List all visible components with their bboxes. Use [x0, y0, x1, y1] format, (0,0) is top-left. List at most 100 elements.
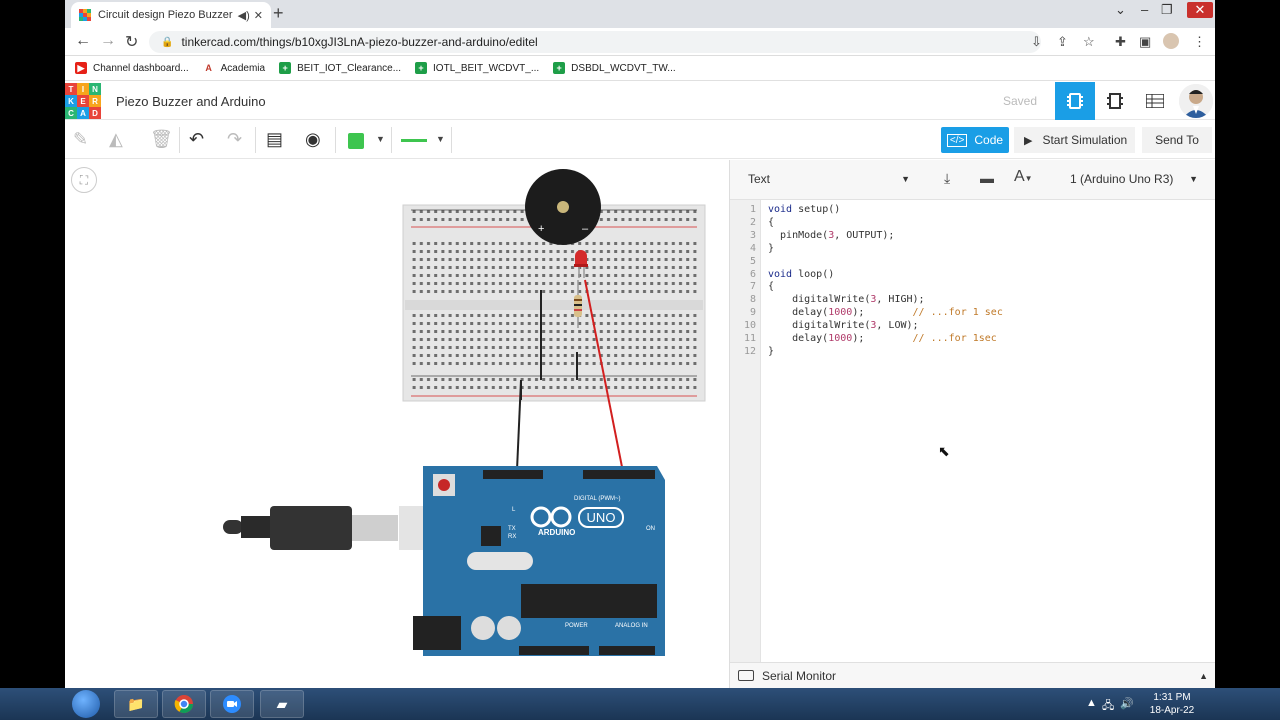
line-number: 4 [749, 242, 756, 254]
design-title[interactable]: Piezo Buzzer and Arduino [116, 94, 266, 109]
code-line[interactable]: { [768, 217, 774, 230]
line-number: 3 [749, 229, 756, 241]
edit-toolbar: ✎ ◭ 🗑 ↶ ↷ ▤ ◉ ▼ ▼ </> Code ▶ Start Simul… [65, 121, 1215, 159]
system-clock[interactable]: 1:31 PM 18-Apr-22 [1138, 691, 1206, 717]
tx-label: TX [508, 526, 516, 532]
send-to-button[interactable]: Send To [1142, 127, 1212, 153]
url-field[interactable]: 🔒 tinkercad.com/things/b10xgJI3LnA-piezo… [149, 31, 1041, 53]
chevron-up-icon[interactable]: ▲ [1199, 671, 1208, 681]
schematic-view-button[interactable] [1095, 82, 1135, 120]
start-simulation-button[interactable]: ▶ Start Simulation [1014, 127, 1135, 153]
bookmarks-bar: ▶ Channel dashboard... A Academia + BEIT… [65, 56, 1215, 81]
circuit-canvas[interactable]: ⛶ + – UNO ARDUINO DIGITAL (PWM~) POWER A… [65, 160, 729, 688]
windows-start-icon[interactable] [72, 690, 100, 718]
flip-icon[interactable]: ◭ [109, 129, 123, 150]
line-number: 7 [749, 281, 756, 293]
undo-icon[interactable]: ↶ [189, 129, 204, 150]
wire-color-swatch[interactable] [348, 133, 364, 149]
close-window-icon[interactable]: ✕ [1187, 2, 1213, 18]
device-select[interactable]: 1 (Arduino Uno R3) ▼ [1060, 166, 1208, 192]
delete-icon[interactable]: 🗑 [150, 129, 173, 150]
download-icon[interactable]: ⤓ [944, 170, 950, 187]
zoom-icon[interactable] [210, 690, 254, 718]
tab-close-icon[interactable]: ✕ [254, 9, 263, 22]
app-header: TIN KER CAD Piezo Buzzer and Arduino Sav… [65, 82, 1215, 120]
bookmark-star-icon[interactable]: ☆ [1083, 34, 1095, 50]
rotate-icon[interactable]: ✎ [73, 129, 88, 150]
install-icon[interactable]: ⇩ [1031, 34, 1042, 50]
library-icon[interactable]: ▬ [980, 170, 994, 186]
tinkercad-favicon [79, 9, 91, 21]
windows-taskbar: 📁 ▰ ▲ 🖧 🔊 1:31 PM 18-Apr-22 [0, 688, 1280, 720]
rx-label: RX [508, 534, 516, 540]
code-line[interactable]: } [768, 346, 774, 359]
new-tab-icon[interactable]: + [273, 3, 284, 24]
tray-chevron-icon[interactable]: ▲ [1086, 697, 1097, 709]
line-number: 5 [749, 255, 756, 267]
forward-icon[interactable]: → [100, 32, 116, 50]
chevron-down-icon[interactable]: ▼ [436, 134, 445, 144]
digital-label: DIGITAL (PWM~) [574, 496, 621, 502]
back-icon[interactable]: ← [75, 32, 91, 50]
notes-icon[interactable]: ▤ [266, 129, 283, 150]
bookmark-item[interactable]: + IOTL_BEIT_WCDVT_... [415, 62, 539, 74]
bookmark-item[interactable]: + DSBDL_WCDVT_TW... [553, 62, 676, 74]
restore-icon[interactable]: ❐ [1161, 2, 1173, 18]
file-explorer-icon[interactable]: 📁 [114, 690, 158, 718]
line-number: 8 [749, 294, 756, 306]
sheets-icon: + [553, 62, 566, 74]
arduino-uno-board[interactable]: UNO ARDUINO DIGITAL (PWM~) POWER ANALOG … [413, 466, 665, 656]
tab-search-chevron-icon[interactable]: ⌄ [1115, 2, 1126, 18]
power-label: POWER [565, 623, 588, 629]
code-mode-select[interactable]: Text ▼ [738, 166, 918, 192]
line-number: 12 [743, 345, 756, 357]
list-icon [1146, 94, 1164, 108]
redo-icon[interactable]: ↷ [227, 129, 242, 150]
code-line[interactable]: } [768, 243, 774, 256]
code-line[interactable]: delay(1000); // ...for 1 sec [768, 307, 1003, 320]
wire-type-swatch[interactable] [401, 139, 427, 142]
code-button[interactable]: </> Code [941, 127, 1009, 153]
code-line[interactable]: { [768, 281, 774, 294]
code-line[interactable]: digitalWrite(3, HIGH); [768, 294, 924, 307]
avatar[interactable] [1179, 84, 1213, 118]
app-window-icon[interactable]: ▰ [260, 690, 304, 718]
line-number: 9 [749, 307, 756, 319]
lock-icon: 🔒 [161, 36, 174, 48]
code-line[interactable]: void loop() [768, 269, 834, 282]
extensions-icon[interactable]: ✚ [1115, 34, 1126, 50]
piezo-buzzer[interactable]: + – [525, 169, 601, 245]
bookmark-item[interactable]: A Academia [203, 62, 265, 74]
tab-title: Circuit design Piezo Buzzer a [98, 9, 234, 21]
code-editor[interactable]: 1 void setup() 2 {3 pinMode(3, OUTPUT); 4} 5 6… [730, 200, 1215, 662]
sidepanel-icon[interactable]: ▣ [1139, 34, 1151, 50]
share-icon[interactable]: ⇪ [1057, 34, 1068, 50]
menu-icon[interactable]: ⋮ [1193, 34, 1206, 50]
chrome-icon[interactable] [162, 690, 206, 718]
network-icon[interactable]: 🖧 [1102, 697, 1114, 716]
circuit-view-button[interactable] [1055, 82, 1095, 120]
chevron-down-icon[interactable]: ▼ [376, 134, 385, 144]
browser-tab[interactable]: Circuit design Piezo Buzzer a ◀) ✕ [71, 2, 271, 28]
user-avatar-icon [1179, 84, 1213, 118]
code-line[interactable]: delay(1000); // ...for 1sec [768, 333, 997, 346]
profile-icon[interactable] [1163, 33, 1179, 49]
bookmark-item[interactable]: ▶ Channel dashboard... [75, 62, 189, 74]
buzzer-minus-label: – [582, 223, 589, 235]
notes-visibility-icon[interactable]: ◉ [305, 129, 321, 150]
tab-audio-icon[interactable]: ◀) [238, 9, 250, 22]
url-text: tinkercad.com/things/b10xgJI3LnA-piezo-b… [181, 35, 538, 49]
bookmark-item[interactable]: + BEIT_IOT_Clearance... [279, 62, 401, 74]
chevron-down-icon: ▼ [1189, 174, 1198, 184]
uno-label: UNO [587, 510, 616, 525]
tinkercad-logo[interactable]: TIN KER CAD [65, 83, 101, 119]
code-line[interactable]: void setup() [768, 204, 840, 217]
minimize-icon[interactable]: – [1141, 2, 1148, 17]
serial-monitor-bar[interactable]: Serial Monitor ▲ [730, 662, 1215, 688]
code-line[interactable]: digitalWrite(3, LOW); [768, 320, 918, 333]
volume-icon[interactable]: 🔊 [1120, 697, 1134, 710]
components-list-button[interactable] [1135, 82, 1175, 120]
reload-icon[interactable]: ↻ [125, 32, 138, 52]
code-line[interactable]: pinMode(3, OUTPUT); [768, 230, 894, 243]
font-size-icon[interactable]: A▼ [1014, 168, 1033, 186]
